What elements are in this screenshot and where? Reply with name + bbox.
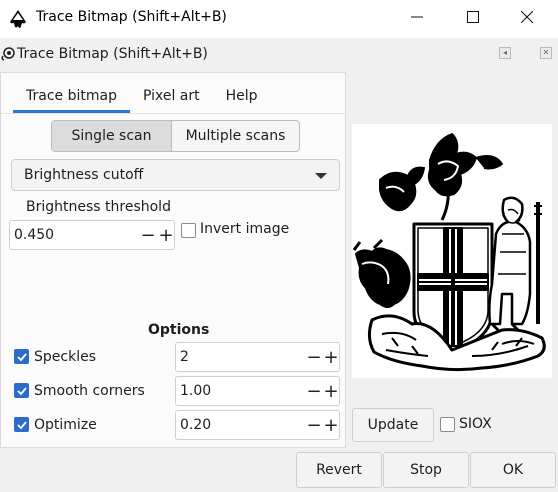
brightness-threshold-spinner: 0.450 − + <box>9 220 175 250</box>
invert-image-label: Invert image <box>200 221 290 237</box>
checkmark-icon <box>17 353 27 362</box>
siox-label: SIOX <box>459 416 492 432</box>
scan-mode-toggle: Single scan Multiple scans <box>51 120 300 152</box>
tab-divider <box>1 113 345 114</box>
options-heading: Options <box>148 322 210 338</box>
optimize-spinner: 0.20 − + <box>175 410 340 440</box>
coat-of-arms-preview <box>352 133 546 372</box>
increment-button[interactable]: + <box>323 345 339 369</box>
smooth-corners-label: Smooth corners <box>34 383 145 399</box>
tab-trace-bitmap[interactable]: Trace bitmap <box>13 81 130 113</box>
tab-pixel-art[interactable]: Pixel art <box>130 81 213 113</box>
speckles-spinner: 2 − + <box>175 342 340 372</box>
speckles-label: Speckles <box>34 349 96 365</box>
minimize-button[interactable] <box>394 0 440 38</box>
dock-header: Trace Bitmap (Shift+Alt+B) ◂ ✕ <box>0 38 558 72</box>
stop-button[interactable]: Stop <box>383 452 469 488</box>
minimize-icon <box>411 11 423 27</box>
close-button[interactable] <box>504 0 550 38</box>
smooth-corners-spinner: 1.00 − + <box>175 376 340 406</box>
dock-undock-button[interactable]: ◂ <box>499 47 511 59</box>
title-bar: Trace Bitmap (Shift+Alt+B) <box>0 0 558 38</box>
brightness-threshold-value[interactable]: 0.450 <box>14 227 54 243</box>
dock-close-button[interactable]: ✕ <box>540 47 552 59</box>
optimize-value[interactable]: 0.20 <box>180 417 211 433</box>
invert-image-checkbox[interactable] <box>181 223 196 238</box>
trace-bitmap-icon <box>0 46 16 62</box>
tab-bar: Trace bitmap Pixel art Help <box>13 81 271 113</box>
smooth-corners-checkbox[interactable] <box>14 383 29 398</box>
close-icon <box>520 10 534 27</box>
speckles-value[interactable]: 2 <box>180 349 189 365</box>
decrement-button[interactable]: − <box>306 345 322 369</box>
revert-button[interactable]: Revert <box>296 452 382 488</box>
speckles-checkbox[interactable] <box>14 349 29 364</box>
arrow-left-icon: ◂ <box>502 48 507 57</box>
trace-mode-dropdown[interactable]: Brightness cutoff <box>11 159 340 191</box>
close-icon: ✕ <box>542 48 550 57</box>
dock-title: Trace Bitmap (Shift+Alt+B) <box>17 46 208 62</box>
caret-down-icon <box>315 173 327 179</box>
smooth-corners-value[interactable]: 1.00 <box>180 383 211 399</box>
increment-button[interactable]: + <box>323 413 339 437</box>
increment-button[interactable]: + <box>323 379 339 403</box>
brightness-threshold-label: Brightness threshold <box>26 199 171 215</box>
multiple-scans-option[interactable]: Multiple scans <box>172 121 299 151</box>
checkmark-icon <box>17 387 27 396</box>
decrement-button[interactable]: − <box>306 413 322 437</box>
optimize-checkbox[interactable] <box>14 417 29 432</box>
checkmark-icon <box>17 421 27 430</box>
trace-settings-panel: Trace bitmap Pixel art Help Single scan … <box>0 72 346 448</box>
decrement-button[interactable]: − <box>306 379 322 403</box>
increment-button[interactable]: + <box>158 223 174 247</box>
trace-mode-value: Brightness cutoff <box>24 167 144 183</box>
tab-help[interactable]: Help <box>213 81 271 113</box>
single-scan-option[interactable]: Single scan <box>52 121 172 151</box>
optimize-label: Optimize <box>34 417 97 433</box>
trace-preview-image <box>352 124 552 378</box>
window-title: Trace Bitmap (Shift+Alt+B) <box>36 9 227 25</box>
maximize-icon <box>467 11 479 27</box>
ok-button[interactable]: OK <box>470 452 556 488</box>
siox-checkbox[interactable] <box>440 417 455 432</box>
decrement-button[interactable]: − <box>140 223 156 247</box>
update-button[interactable]: Update <box>352 408 434 442</box>
maximize-button[interactable] <box>450 0 496 38</box>
inkscape-app-icon <box>8 9 28 29</box>
